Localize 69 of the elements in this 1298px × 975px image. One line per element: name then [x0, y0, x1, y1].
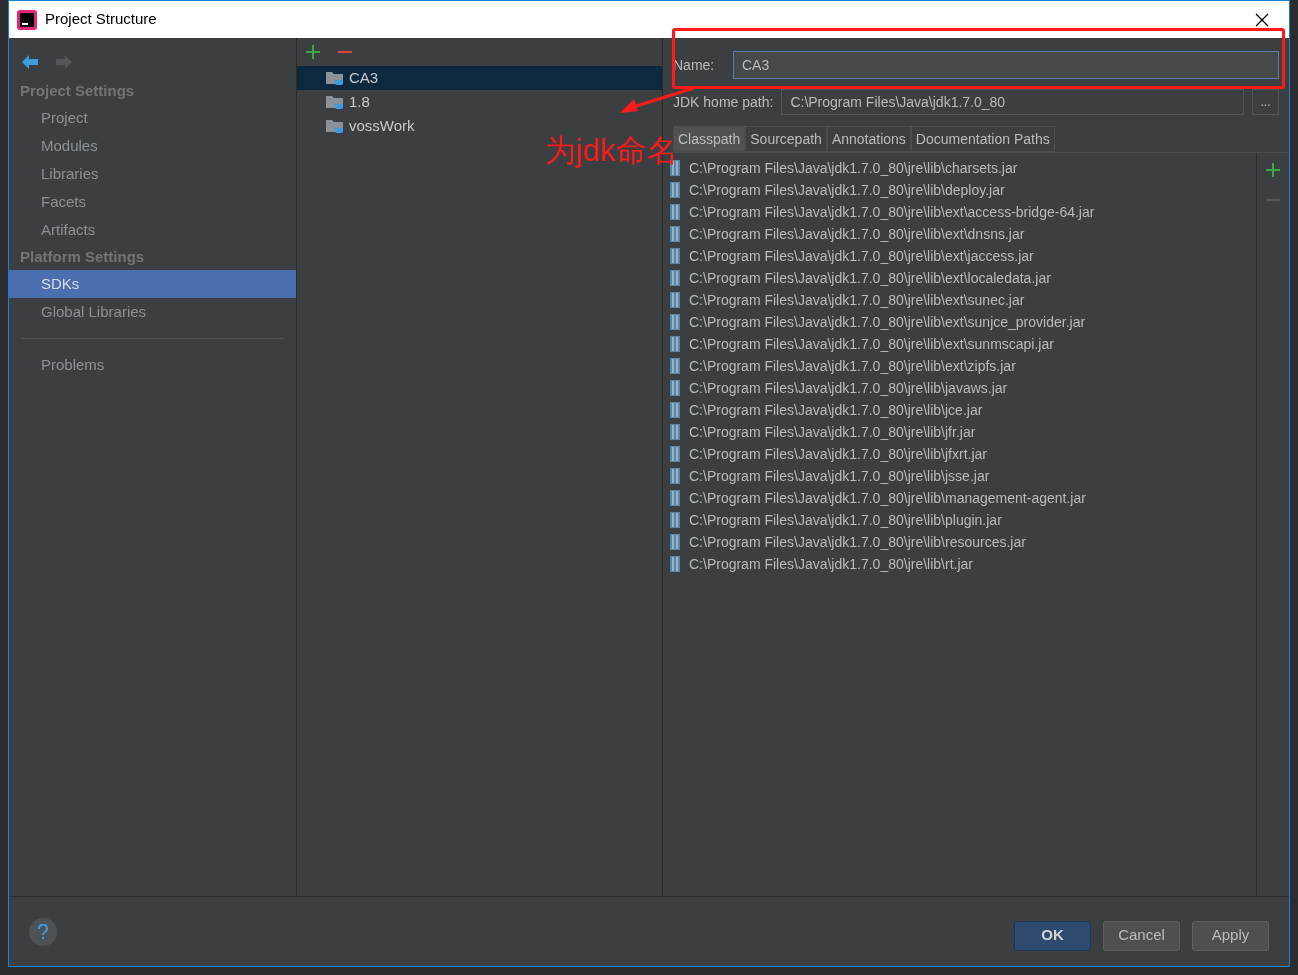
- tab[interactable]: Sourcepath: [745, 126, 827, 152]
- classpath-entry[interactable]: C:\Program Files\Java\jdk1.7.0_80\jre\lib\rt.jar: [689, 553, 973, 575]
- sidebar-item[interactable]: Problems: [9, 351, 296, 379]
- jdk-home-label: JDK home path:: [673, 92, 774, 112]
- dialog-button[interactable]: Cancel: [1103, 920, 1180, 951]
- window-title: Project Structure: [45, 9, 157, 30]
- sidebar-item[interactable]: Project: [9, 104, 296, 132]
- dialog-button[interactable]: OK: [1014, 920, 1091, 951]
- jar-icon: [669, 511, 681, 529]
- sidebar-item[interactable]: Artifacts: [9, 216, 296, 244]
- jar-icon: [669, 313, 681, 331]
- question-mark-icon: [37, 923, 49, 940]
- jar-icon: [669, 269, 681, 287]
- classpath-entry[interactable]: C:\Program Files\Java\jdk1.7.0_80\jre\lib\management-agent.jar: [689, 487, 1086, 509]
- back-arrow-icon[interactable]: [21, 54, 39, 70]
- jar-icon: [669, 489, 681, 507]
- dialog-button[interactable]: Apply: [1192, 920, 1269, 951]
- jar-icon: [669, 357, 681, 375]
- classpath-entry[interactable]: C:\Program Files\Java\jdk1.7.0_80\jre\lib\plugin.jar: [689, 509, 1002, 531]
- browse-button[interactable]: ...: [1252, 89, 1279, 115]
- classpath-entry[interactable]: C:\Program Files\Java\jdk1.7.0_80\jre\lib\ext\sunmscapi.jar: [689, 333, 1054, 355]
- sdk-list-item[interactable]: CA3: [297, 66, 662, 90]
- classpath-entry[interactable]: C:\Program Files\Java\jdk1.7.0_80\jre\lib\resources.jar: [689, 531, 1026, 553]
- jar-icon: [669, 401, 681, 419]
- classpath-entry[interactable]: C:\Program Files\Java\jdk1.7.0_80\jre\lib\jce.jar: [689, 399, 983, 421]
- classpath-entry[interactable]: C:\Program Files\Java\jdk1.7.0_80\jre\lib\javaws.jar: [689, 377, 1008, 399]
- sidebar-item[interactable]: Global Libraries: [9, 298, 296, 326]
- classpath-entry[interactable]: C:\Program Files\Java\jdk1.7.0_80\jre\lib\ext\jaccess.jar: [689, 245, 1034, 267]
- sidebar-item[interactable]: SDKs: [9, 270, 296, 298]
- sdk-folder-icon: [325, 94, 345, 110]
- jar-icon: [669, 225, 681, 243]
- jar-icon: [669, 445, 681, 463]
- classpath-entry[interactable]: C:\Program Files\Java\jdk1.7.0_80\jre\lib\ext\localedata.jar: [689, 267, 1051, 289]
- sidebar-item[interactable]: Facets: [9, 188, 296, 216]
- jar-icon: [669, 181, 681, 199]
- classpath-entry[interactable]: C:\Program Files\Java\jdk1.7.0_80\jre\lib\ext\access-bridge-64.jar: [689, 201, 1095, 223]
- tab[interactable]: Documentation Paths: [910, 126, 1055, 152]
- jdk-home-field[interactable]: C:\Program Files\Java\jdk1.7.0_80: [781, 89, 1244, 115]
- classpath-entry[interactable]: C:\Program Files\Java\jdk1.7.0_80\jre\lib\ext\sunec.jar: [689, 289, 1025, 311]
- jar-icon: [669, 247, 681, 265]
- classpath-entry[interactable]: C:\Program Files\Java\jdk1.7.0_80\jre\lib\jfr.jar: [689, 421, 976, 443]
- classpath-entry[interactable]: C:\Program Files\Java\jdk1.7.0_80\jre\lib\ext\dnsns.jar: [689, 223, 1025, 245]
- classpath-entry[interactable]: C:\Program Files\Java\jdk1.7.0_80\jre\lib\deploy.jar: [689, 179, 1005, 201]
- sidebar-item[interactable]: Modules: [9, 132, 296, 160]
- classpath-entry[interactable]: C:\Program Files\Java\jdk1.7.0_80\jre\lib\ext\zipfs.jar: [689, 355, 1016, 377]
- sdk-folder-icon: [325, 70, 345, 86]
- tab[interactable]: Annotations: [826, 126, 911, 152]
- jar-icon: [669, 335, 681, 353]
- jar-icon: [669, 203, 681, 221]
- classpath-entry[interactable]: C:\Program Files\Java\jdk1.7.0_80\jre\lib\jfxrt.jar: [689, 443, 987, 465]
- jar-icon: [669, 291, 681, 309]
- jar-icon: [669, 555, 681, 573]
- help-button[interactable]: [29, 917, 57, 946]
- classpath-entry[interactable]: C:\Program Files\Java\jdk1.7.0_80\jre\lib\jsse.jar: [689, 465, 990, 487]
- tab[interactable]: Classpath: [673, 126, 746, 152]
- name-field[interactable]: CA3: [733, 51, 1279, 79]
- sdk-folder-icon: [325, 118, 345, 134]
- sdk-list-item[interactable]: 1.8: [297, 90, 662, 114]
- app-logo-icon: [17, 9, 37, 30]
- jar-icon: [669, 467, 681, 485]
- classpath-entry[interactable]: C:\Program Files\Java\jdk1.7.0_80\jre\lib\charsets.jar: [689, 157, 1018, 179]
- classpath-entry[interactable]: C:\Program Files\Java\jdk1.7.0_80\jre\lib\ext\sunjce_provider.jar: [689, 311, 1086, 333]
- jar-icon: [669, 533, 681, 551]
- jar-icon: [669, 423, 681, 441]
- add-icon[interactable]: [305, 44, 321, 60]
- jar-icon: [669, 379, 681, 397]
- close-icon[interactable]: [1255, 12, 1269, 27]
- sidebar-item[interactable]: Libraries: [9, 160, 296, 188]
- add-icon[interactable]: [1266, 163, 1280, 177]
